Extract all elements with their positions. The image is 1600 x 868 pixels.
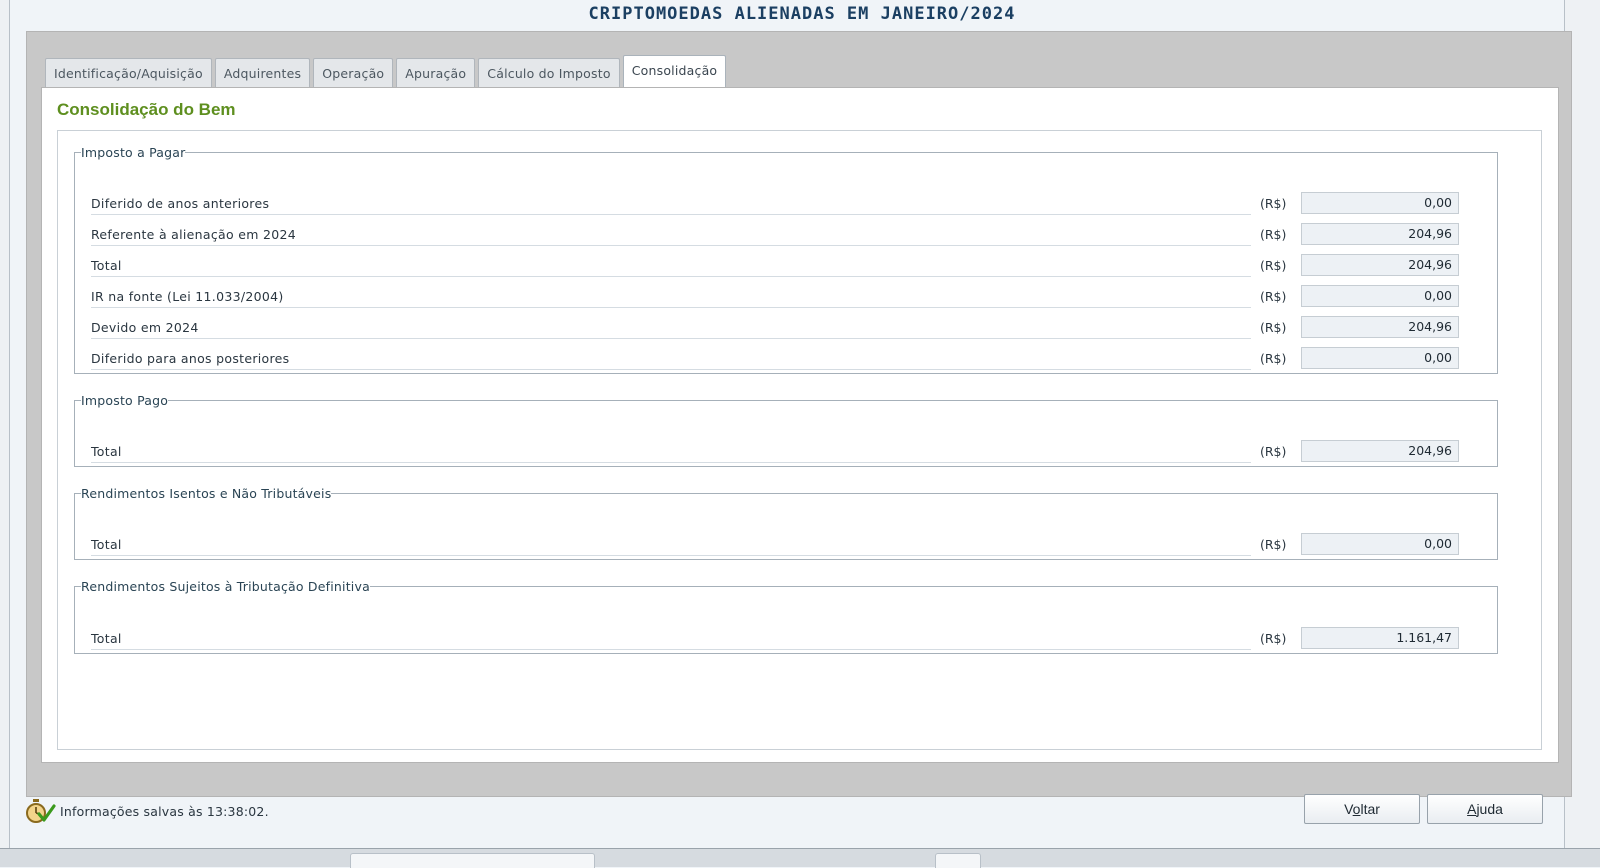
taskbar-strip xyxy=(0,848,1600,868)
currency-label: (R$) xyxy=(1260,631,1287,646)
field-label: Devido em 2024 xyxy=(91,319,1251,339)
field-row-total: Total (R$) 204,96 xyxy=(75,440,1497,464)
value-field[interactable]: 0,00 xyxy=(1301,533,1459,555)
field-label: Total xyxy=(91,257,1251,277)
field-row-devido-em-2024: Devido em 2024 (R$) 204,96 xyxy=(75,316,1497,340)
value-field[interactable]: 0,00 xyxy=(1301,285,1459,307)
group-imposto-pago: Imposto Pago Total (R$) 204,96 xyxy=(74,393,1498,467)
field-row-total: Total (R$) 0,00 xyxy=(75,533,1497,557)
group-legend: Rendimentos Isentos e Não Tributáveis xyxy=(81,486,332,501)
currency-label: (R$) xyxy=(1260,196,1287,211)
field-row-diferido-anos-posteriores: Diferido para anos posteriores (R$) 0,00 xyxy=(75,347,1497,371)
tab-bar: Identificação/Aquisição Adquirentes Oper… xyxy=(45,55,729,87)
left-window-edge xyxy=(0,0,10,848)
value-field[interactable]: 204,96 xyxy=(1301,316,1459,338)
field-row-total: Total (R$) 204,96 xyxy=(75,254,1497,278)
group-legend: Imposto Pago xyxy=(81,393,169,408)
currency-label: (R$) xyxy=(1260,320,1287,335)
value-field[interactable]: 204,96 xyxy=(1301,254,1459,276)
currency-label: (R$) xyxy=(1260,537,1287,552)
value-field[interactable]: 1.161,47 xyxy=(1301,627,1459,649)
tab-consolidacao[interactable]: Consolidação xyxy=(622,55,727,87)
group-rendimentos-isentos: Rendimentos Isentos e Não Tributáveis To… xyxy=(74,486,1498,560)
taskbar-item[interactable] xyxy=(935,853,981,868)
tab-operacao[interactable]: Operação xyxy=(313,58,394,87)
field-label: Total xyxy=(91,443,1251,463)
group-legend: Imposto a Pagar xyxy=(81,145,186,160)
stopwatch-check-icon xyxy=(24,797,56,825)
section-title: Consolidação do Bem xyxy=(57,100,236,119)
field-row-total: Total (R$) 1.161,47 xyxy=(75,627,1497,651)
field-row-ir-na-fonte: IR na fonte (Lei 11.033/2004) (R$) 0,00 xyxy=(75,285,1497,309)
currency-label: (R$) xyxy=(1260,227,1287,242)
voltar-button[interactable]: Voltar xyxy=(1304,794,1420,824)
currency-label: (R$) xyxy=(1260,444,1287,459)
button-label-part: juda xyxy=(1476,801,1503,817)
group-imposto-a-pagar: Imposto a Pagar Diferido de anos anterio… xyxy=(74,145,1498,374)
value-field[interactable]: 204,96 xyxy=(1301,440,1459,462)
field-label: Total xyxy=(91,536,1251,556)
tab-identificacao-aquisicao[interactable]: Identificação/Aquisição xyxy=(45,58,212,87)
group-legend: Rendimentos Sujeitos à Tributação Defini… xyxy=(81,579,370,594)
field-label: Referente à alienação em 2024 xyxy=(91,226,1251,246)
window-title: CRIPTOMOEDAS ALIENADAS EM JANEIRO/2024 xyxy=(588,4,1016,24)
group-rendimentos-sujeitos: Rendimentos Sujeitos à Tributação Defini… xyxy=(74,579,1498,654)
button-label-part: ltar xyxy=(1360,801,1380,817)
tab-calculo-do-imposto[interactable]: Cálculo do Imposto xyxy=(478,58,620,87)
value-field[interactable]: 0,00 xyxy=(1301,347,1459,369)
status-bar: Informações salvas às 13:38:02. xyxy=(24,797,269,825)
field-label: Total xyxy=(91,630,1251,650)
button-label-part: V xyxy=(1344,801,1353,817)
currency-label: (R$) xyxy=(1260,351,1287,366)
field-row-diferido-anos-anteriores: Diferido de anos anteriores (R$) 0,00 xyxy=(75,192,1497,216)
currency-label: (R$) xyxy=(1260,258,1287,273)
tab-adquirentes[interactable]: Adquirentes xyxy=(214,58,311,87)
tab-apuracao[interactable]: Apuração xyxy=(396,58,476,87)
taskbar-item[interactable] xyxy=(350,853,595,868)
field-row-referente-alienacao: Referente à alienação em 2024 (R$) 204,9… xyxy=(75,223,1497,247)
status-message: Informações salvas às 13:38:02. xyxy=(60,803,269,819)
value-field[interactable]: 204,96 xyxy=(1301,223,1459,245)
value-field[interactable]: 0,00 xyxy=(1301,192,1459,214)
field-label: IR na fonte (Lei 11.033/2004) xyxy=(91,288,1251,308)
field-label: Diferido para anos posteriores xyxy=(91,350,1251,370)
currency-label: (R$) xyxy=(1260,289,1287,304)
ajuda-button[interactable]: Ajuda xyxy=(1427,794,1543,824)
field-label: Diferido de anos anteriores xyxy=(91,195,1251,215)
